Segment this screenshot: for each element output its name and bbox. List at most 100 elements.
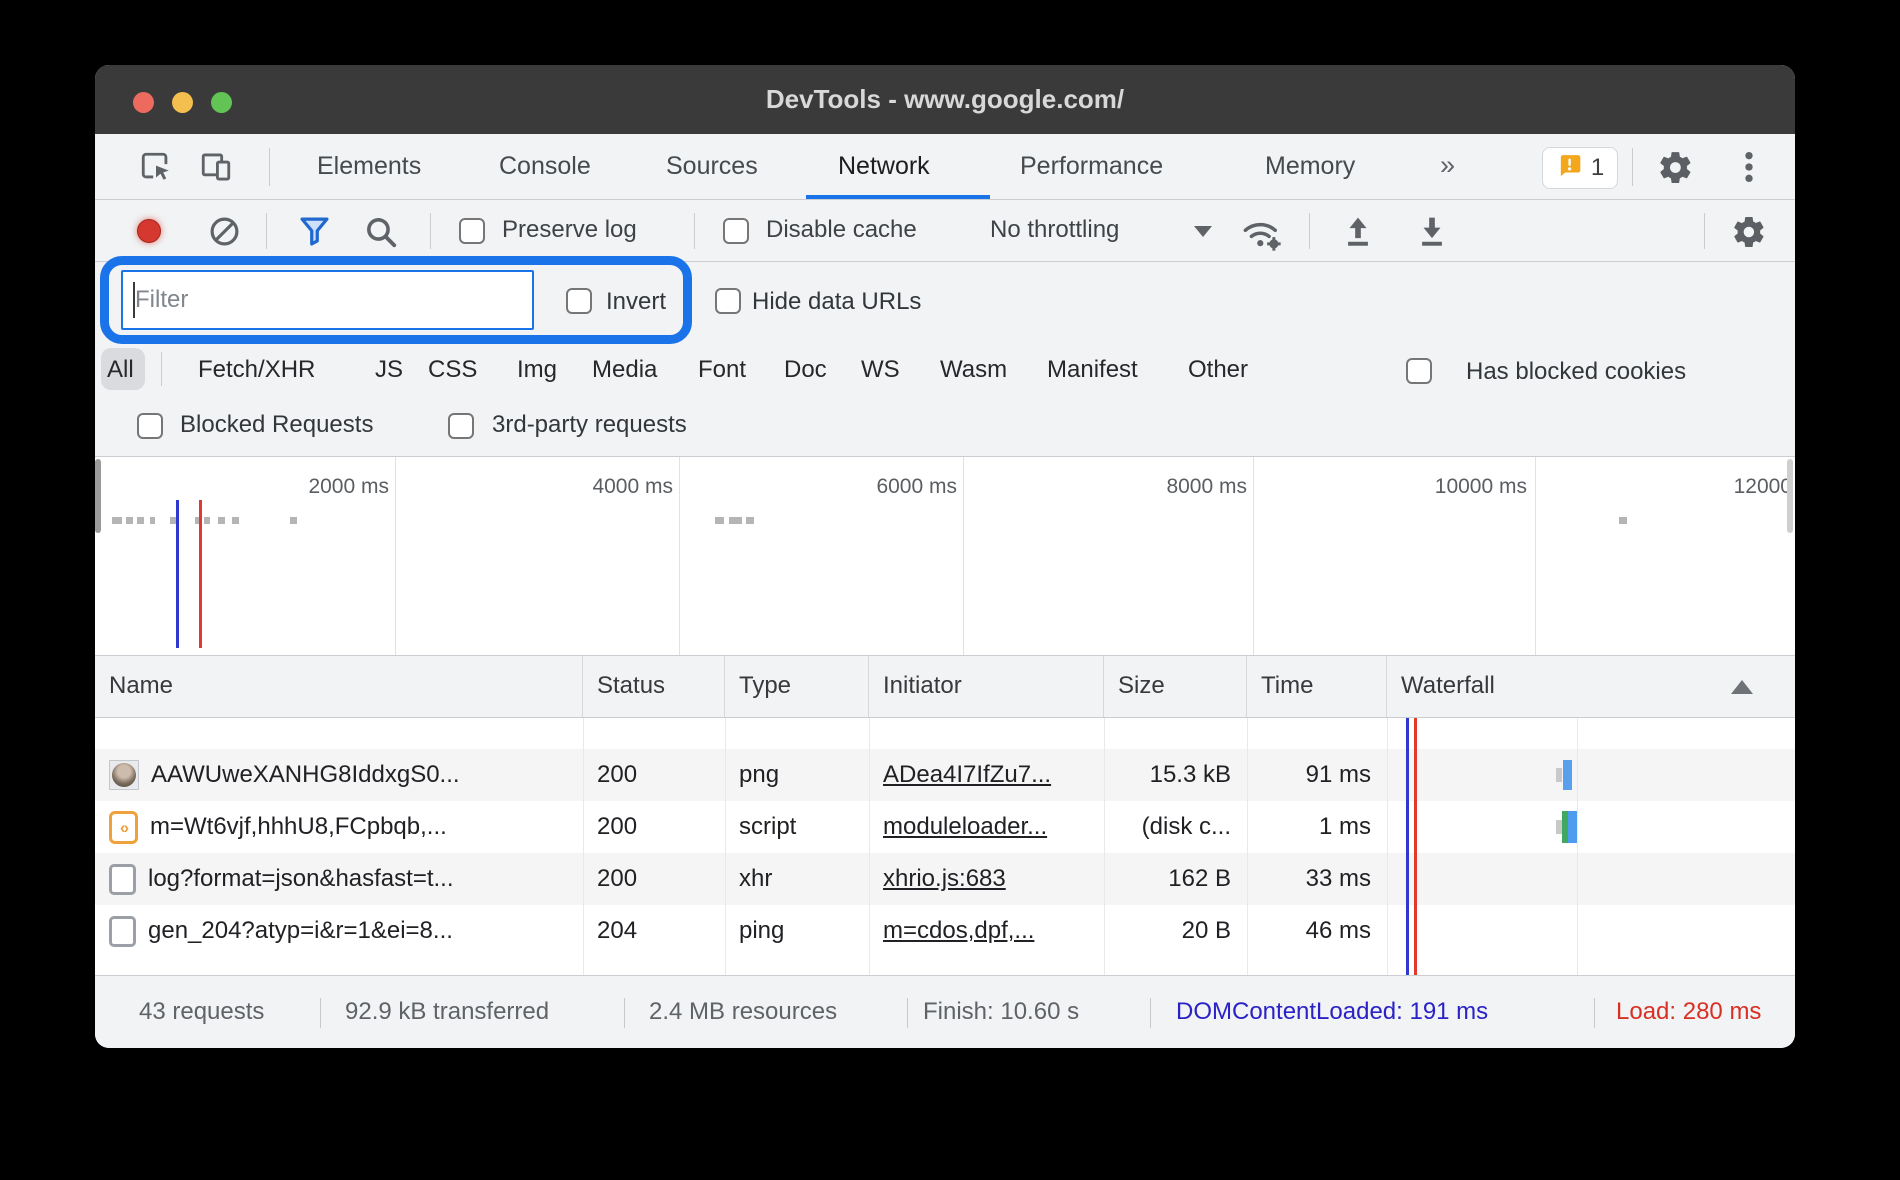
column-header-name[interactable]: Name bbox=[95, 656, 583, 717]
waterfall-bar bbox=[1556, 768, 1562, 782]
blocked-requests-label[interactable]: Blocked Requests bbox=[180, 411, 373, 439]
tab-console[interactable]: Console bbox=[499, 134, 591, 199]
type-tab-manifest[interactable]: Manifest bbox=[1047, 356, 1138, 384]
type-tab-ws[interactable]: WS bbox=[861, 356, 900, 384]
timeline-tick-label: 6000 ms bbox=[807, 475, 957, 499]
network-toolbar: Preserve log Disable cache No throttling bbox=[95, 200, 1795, 262]
dom-content-loaded-marker bbox=[1406, 718, 1409, 975]
timeline-gridline bbox=[679, 457, 680, 655]
request-initiator-link[interactable]: moduleloader... bbox=[869, 801, 1104, 853]
has-blocked-cookies-checkbox[interactable] bbox=[1406, 358, 1432, 384]
preserve-log-checkbox[interactable] bbox=[459, 218, 485, 244]
summary-divider bbox=[624, 998, 625, 1028]
column-header-initiator[interactable]: Initiator bbox=[869, 656, 1104, 717]
scrollbar-fragment[interactable] bbox=[1787, 459, 1793, 533]
invert-label[interactable]: Invert bbox=[606, 288, 666, 316]
screenshot-stage: DevTools - www.google.com/ Elements Cons… bbox=[0, 0, 1900, 1180]
network-summary-bar: 43 requests 92.9 kB transferred 2.4 MB r… bbox=[95, 975, 1795, 1048]
network-overview-timeline[interactable]: 2000 ms 4000 ms 6000 ms 8000 ms 10000 ms… bbox=[95, 457, 1795, 655]
column-header-time[interactable]: Time bbox=[1247, 656, 1387, 717]
request-initiator-link[interactable]: xhrio.js:683 bbox=[869, 853, 1104, 905]
tab-network[interactable]: Network bbox=[838, 134, 930, 199]
network-conditions-icon[interactable] bbox=[1238, 214, 1288, 257]
disable-cache-checkbox[interactable] bbox=[723, 218, 749, 244]
chevron-down-icon[interactable] bbox=[1194, 226, 1212, 237]
request-type: png bbox=[725, 749, 869, 801]
inspect-element-icon[interactable] bbox=[139, 150, 173, 189]
network-settings-gear-icon[interactable] bbox=[1731, 214, 1767, 255]
import-har-icon[interactable] bbox=[1341, 214, 1375, 253]
sort-ascending-icon[interactable] bbox=[1731, 680, 1753, 694]
request-name: gen_204?atyp=i&r=1&ei=8... bbox=[148, 905, 453, 957]
settings-gear-icon[interactable] bbox=[1657, 149, 1694, 191]
invert-checkbox[interactable] bbox=[566, 288, 592, 314]
requests-count: 43 requests bbox=[139, 976, 264, 1048]
more-tabs-button[interactable]: » bbox=[1440, 134, 1455, 199]
request-name: m=Wt6vjf,hhhU8,FCpbqb,... bbox=[150, 801, 447, 853]
toolbar-divider bbox=[269, 148, 270, 186]
scrollbar-fragment[interactable] bbox=[95, 459, 101, 533]
request-waterfall bbox=[1387, 749, 1795, 801]
record-network-log-button[interactable] bbox=[137, 219, 161, 243]
hide-data-urls-label[interactable]: Hide data URLs bbox=[752, 288, 921, 316]
column-header-waterfall[interactable]: Waterfall bbox=[1387, 656, 1795, 717]
type-tab-fetchxhr[interactable]: Fetch/XHR bbox=[198, 356, 315, 384]
dom-content-loaded-time: DOMContentLoaded: 191 ms bbox=[1176, 976, 1488, 1048]
column-header-status[interactable]: Status bbox=[583, 656, 725, 717]
device-toolbar-icon[interactable] bbox=[198, 150, 234, 189]
toolbar-divider bbox=[1632, 148, 1633, 186]
search-icon[interactable] bbox=[363, 214, 399, 255]
request-initiator-link[interactable]: m=cdos,dpf,... bbox=[869, 905, 1104, 957]
waterfall-bar bbox=[1568, 811, 1577, 843]
preserve-log-label[interactable]: Preserve log bbox=[502, 216, 637, 244]
request-name-cell[interactable]: ‹› m=Wt6vjf,hhhU8,FCpbqb,... bbox=[95, 801, 583, 853]
toolbar-divider bbox=[1309, 213, 1310, 249]
request-status: 200 bbox=[583, 749, 725, 801]
kebab-menu-icon[interactable] bbox=[1737, 150, 1761, 189]
request-name: AAWUweXANHG8IddxgS0... bbox=[151, 749, 460, 801]
column-header-size[interactable]: Size bbox=[1104, 656, 1247, 717]
request-name-cell[interactable]: AAWUweXANHG8IddxgS0... bbox=[95, 749, 583, 801]
hide-data-urls-checkbox[interactable] bbox=[715, 288, 741, 314]
has-blocked-cookies-label[interactable]: Has blocked cookies bbox=[1466, 358, 1686, 386]
filter-bar: Invert Hide data URLs All Fetch/XHR JS C… bbox=[95, 262, 1795, 457]
export-har-icon[interactable] bbox=[1415, 214, 1449, 253]
table-row[interactable]: AAWUweXANHG8IddxgS0... 200 png ADea4I7If… bbox=[95, 749, 1795, 801]
request-waterfall bbox=[1387, 853, 1795, 905]
type-tab-other[interactable]: Other bbox=[1188, 356, 1248, 384]
tab-memory[interactable]: Memory bbox=[1265, 134, 1355, 199]
table-row[interactable]: gen_204?atyp=i&r=1&ei=8... 204 ping m=cd… bbox=[95, 905, 1795, 957]
blocked-requests-checkbox[interactable] bbox=[137, 413, 163, 439]
request-initiator-link[interactable]: ADea4I7IfZu7... bbox=[869, 749, 1104, 801]
clear-network-log-icon[interactable] bbox=[208, 215, 241, 253]
filter-funnel-icon[interactable] bbox=[297, 214, 332, 254]
dom-content-loaded-marker bbox=[176, 500, 179, 648]
issues-counter-button[interactable]: 1 bbox=[1542, 147, 1618, 189]
throttling-select[interactable]: No throttling bbox=[990, 216, 1119, 244]
type-tab-font[interactable]: Font bbox=[698, 356, 746, 384]
type-tab-all[interactable]: All bbox=[107, 356, 134, 384]
third-party-requests-label[interactable]: 3rd-party requests bbox=[492, 411, 687, 439]
type-tab-img[interactable]: Img bbox=[517, 356, 557, 384]
table-row[interactable]: ‹› m=Wt6vjf,hhhU8,FCpbqb,... 200 script … bbox=[95, 801, 1795, 853]
type-tab-doc[interactable]: Doc bbox=[784, 356, 827, 384]
tab-sources[interactable]: Sources bbox=[666, 134, 758, 199]
waterfall-header-label: Waterfall bbox=[1401, 672, 1495, 699]
disable-cache-label[interactable]: Disable cache bbox=[766, 216, 917, 244]
type-tab-media[interactable]: Media bbox=[592, 356, 657, 384]
text-caret bbox=[133, 282, 135, 318]
request-name-cell[interactable]: gen_204?atyp=i&r=1&ei=8... bbox=[95, 905, 583, 957]
type-tab-js[interactable]: JS bbox=[375, 356, 403, 384]
timeline-gridline bbox=[1253, 457, 1254, 655]
tab-performance[interactable]: Performance bbox=[1020, 134, 1163, 199]
type-tab-css[interactable]: CSS bbox=[428, 356, 477, 384]
filter-input[interactable] bbox=[121, 270, 534, 330]
type-tab-wasm[interactable]: Wasm bbox=[940, 356, 1007, 384]
third-party-requests-checkbox[interactable] bbox=[448, 413, 474, 439]
column-header-type[interactable]: Type bbox=[725, 656, 869, 717]
request-time: 91 ms bbox=[1247, 749, 1387, 801]
tab-elements[interactable]: Elements bbox=[317, 134, 421, 199]
timeline-gridline bbox=[395, 457, 396, 655]
request-name-cell[interactable]: log?format=json&hasfast=t... bbox=[95, 853, 583, 905]
table-row[interactable]: log?format=json&hasfast=t... 200 xhr xhr… bbox=[95, 853, 1795, 905]
